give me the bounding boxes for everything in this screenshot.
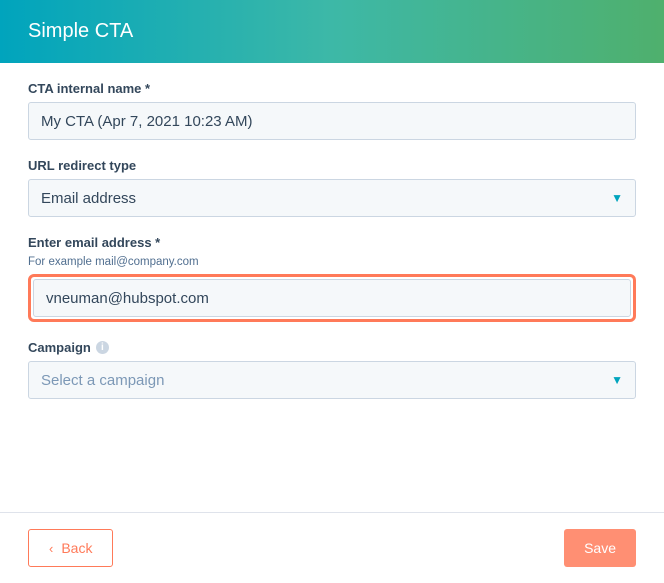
label-campaign-text: Campaign [28, 340, 91, 355]
info-icon[interactable]: i [96, 341, 109, 354]
label-email: Enter email address * [28, 235, 636, 250]
save-button-label: Save [584, 540, 616, 556]
input-cta-name[interactable]: My CTA (Apr 7, 2021 10:23 AM) [28, 102, 636, 140]
select-campaign[interactable]: Select a campaign ▼ [28, 361, 636, 399]
label-cta-name: CTA internal name * [28, 81, 636, 96]
modal-footer: ‹ Back Save [0, 512, 664, 583]
input-email[interactable]: vneuman@hubspot.com [33, 279, 631, 317]
field-campaign: Campaign i Select a campaign ▼ [28, 340, 636, 399]
label-redirect-type: URL redirect type [28, 158, 636, 173]
form-body: CTA internal name * My CTA (Apr 7, 2021 … [0, 63, 664, 399]
field-email: Enter email address * For example mail@c… [28, 235, 636, 322]
field-cta-name: CTA internal name * My CTA (Apr 7, 2021 … [28, 81, 636, 140]
label-campaign: Campaign i [28, 340, 636, 355]
select-campaign-placeholder: Select a campaign [41, 372, 164, 389]
chevron-down-icon: ▼ [611, 373, 623, 387]
input-email-value: vneuman@hubspot.com [46, 290, 209, 307]
back-button-label: Back [61, 540, 92, 556]
input-cta-name-value: My CTA (Apr 7, 2021 10:23 AM) [41, 113, 252, 130]
select-redirect-type[interactable]: Email address ▼ [28, 179, 636, 217]
back-button[interactable]: ‹ Back [28, 529, 113, 567]
select-redirect-value: Email address [41, 190, 136, 207]
help-email: For example mail@company.com [28, 256, 636, 268]
chevron-down-icon: ▼ [611, 191, 623, 205]
chevron-left-icon: ‹ [49, 541, 53, 556]
modal-header: Simple CTA [0, 0, 664, 63]
modal-title: Simple CTA [28, 20, 133, 42]
save-button[interactable]: Save [564, 529, 636, 567]
field-redirect-type: URL redirect type Email address ▼ [28, 158, 636, 217]
input-email-highlight: vneuman@hubspot.com [28, 274, 636, 322]
